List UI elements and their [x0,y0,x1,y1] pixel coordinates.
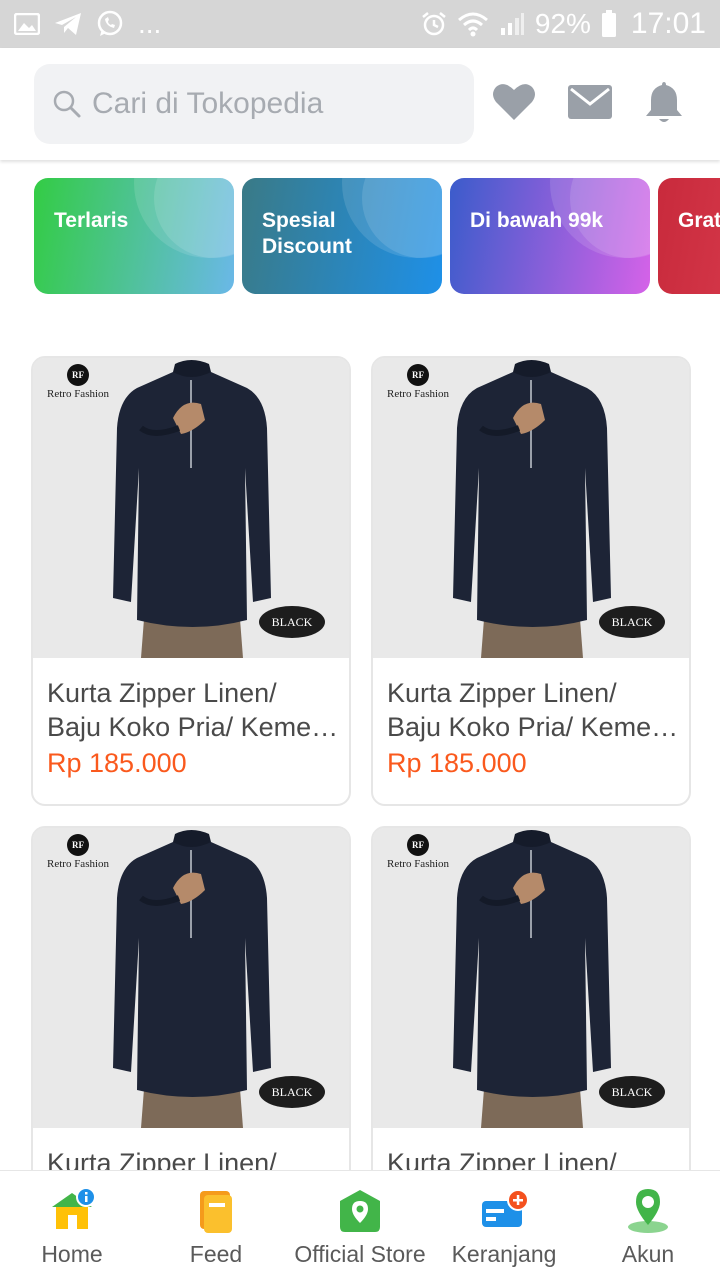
cart-icon [482,1189,528,1227]
nav-label: Official Store [294,1241,426,1267]
product-image: RF Retro Fashion BLACK [33,828,349,1128]
product-card[interactable]: RF Retro Fashion BLACK Kurta Zipper Linen… [371,356,691,806]
nav-home[interactable]: Home [0,1171,144,1280]
wifi-icon [457,12,488,37]
nav-feed[interactable]: Feed [144,1171,288,1280]
brand-logo: RF Retro Fashion [387,364,449,400]
telegram-icon [55,13,81,35]
product-price: Rp 185.000 [387,748,527,778]
account-icon [628,1189,668,1233]
status-bar: ... 92% 17:01 [0,0,720,48]
gallery-icon [14,13,40,35]
nav-label: Feed [189,1241,243,1267]
nav-label: Home [41,1241,103,1267]
nav-label: Akun [621,1241,675,1267]
inbox-button[interactable] [566,78,614,126]
chip-gratis[interactable]: Grat [658,178,720,294]
status-notifications: ... [14,8,161,40]
color-tag: BLACK [259,606,325,638]
clock: 17:01 [630,7,706,40]
chip-spesial-discount[interactable]: Spesial Discount [242,178,442,294]
category-chips: Terlaris Spesial Discount Di bawah 99k G… [34,178,720,294]
battery-percentage: 92% [534,8,591,39]
bell-icon [646,82,682,122]
nav-label: Keranjang [451,1241,557,1267]
chip-label: Spesial Discount [262,209,352,258]
brand-logo: RF Retro Fashion [47,364,109,400]
bottom-navigation: Home Feed Official Store Keranjang Akun [0,1170,720,1280]
color-tag: BLACK [599,1076,665,1108]
chip-label: Grat [678,209,720,232]
nav-keranjang[interactable]: Keranjang [432,1171,576,1280]
official-store-icon [340,1190,380,1232]
search-input[interactable]: Cari di Tokopedia [34,64,474,144]
alarm-icon [422,12,446,36]
chip-label: Terlaris [54,209,129,232]
home-icon [52,1187,96,1229]
heart-icon [493,84,535,120]
product-name: Kurta Zipper Linen/ Baju Koko Pria/ Keme… [387,678,679,742]
product-image: RF Retro Fashion BLACK [373,358,689,658]
feed-icon [200,1191,232,1233]
chip-terlaris[interactable]: Terlaris [34,178,234,294]
status-overflow: ... [138,8,162,39]
search-placeholder: Cari di Tokopedia [92,87,324,120]
notification-button[interactable] [640,78,688,126]
product-image: RF Retro Fashion BLACK [373,828,689,1128]
color-tag: BLACK [599,606,665,638]
product-card[interactable]: RF Retro Fashion BLACK Kurta Zipper Linen… [31,356,351,806]
color-tag: BLACK [259,1076,325,1108]
mail-icon [568,85,612,119]
product-name: Kurta Zipper Linen/ Baju Koko Pria/ Keme… [47,678,339,742]
brand-logo: RF Retro Fashion [47,834,109,870]
product-image: RF Retro Fashion BLACK [33,358,349,658]
whatsapp-icon [97,10,123,36]
top-header: Cari di Tokopedia [0,48,720,160]
product-price: Rp 185.000 [47,748,187,778]
chip-label: Di bawah 99k [470,209,604,232]
chip-di-bawah-99k[interactable]: Di bawah 99k [450,178,650,294]
nav-akun[interactable]: Akun [576,1171,720,1280]
wishlist-button[interactable] [490,78,538,126]
search-icon [53,90,81,118]
app-screen: ... 92% 17:01 Cari di Tokopedia Terlaris… [0,0,720,1280]
brand-logo: RF Retro Fashion [387,834,449,870]
signal-icon [500,13,524,35]
status-system: 92% 17:01 [421,7,706,41]
nav-official-store[interactable]: Official Store [288,1171,432,1280]
battery-icon [601,10,616,37]
